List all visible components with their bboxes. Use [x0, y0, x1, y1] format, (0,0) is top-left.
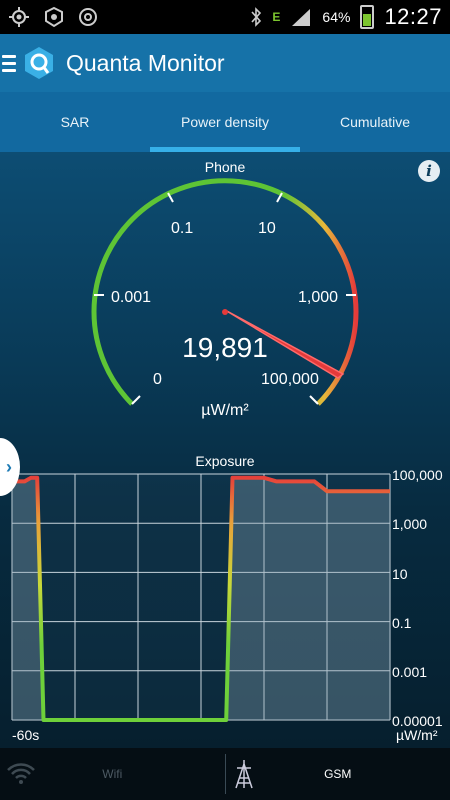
gsm-toggle[interactable]: GSM [226, 748, 450, 800]
gps-icon [9, 7, 29, 27]
tab-sar[interactable]: SAR [0, 92, 150, 152]
app-logo-icon[interactable] [22, 45, 56, 81]
bluetooth-icon [251, 7, 262, 27]
tab-bar: SAR Power density Cumulative [0, 92, 450, 152]
signal-icon [292, 9, 311, 26]
gsm-label: GSM [324, 767, 352, 781]
x-axis-start-label: -60s [12, 727, 40, 743]
wifi-toggle[interactable]: Wifi [0, 748, 225, 800]
tab-cumulative[interactable]: Cumulative [300, 92, 450, 152]
y-tick-label: 100,000 [392, 467, 443, 483]
battery-icon [360, 5, 375, 29]
y-tick-label: 10 [392, 566, 408, 582]
sync-icon [79, 8, 97, 26]
y-tick-label: 0.1 [392, 615, 412, 631]
tab-power-density[interactable]: Power density [150, 92, 300, 152]
wifi-label: Wifi [102, 767, 123, 781]
y-tick-label: 0.001 [392, 664, 428, 680]
bottom-bar: Wifi GSM [0, 748, 450, 800]
status-bar: E 64% 12:27 [0, 0, 450, 34]
main-content: Phone i 0 0.001 0.1 10 1,000 100,000 19,… [0, 152, 450, 748]
action-bar: Quanta Monitor [0, 34, 450, 92]
app-notification-icon [45, 6, 63, 28]
exposure-chart [11, 473, 391, 722]
menu-icon[interactable] [2, 54, 16, 72]
app-title: Quanta Monitor [66, 49, 225, 76]
y-unit-label: µW/m² [396, 727, 438, 743]
data-indicator: E [272, 10, 281, 24]
battery-percent: 64% [322, 9, 351, 25]
status-time: 12:27 [384, 4, 442, 29]
y-tick-label: 1,000 [392, 516, 428, 532]
chevron-right-icon: › [6, 456, 12, 477]
